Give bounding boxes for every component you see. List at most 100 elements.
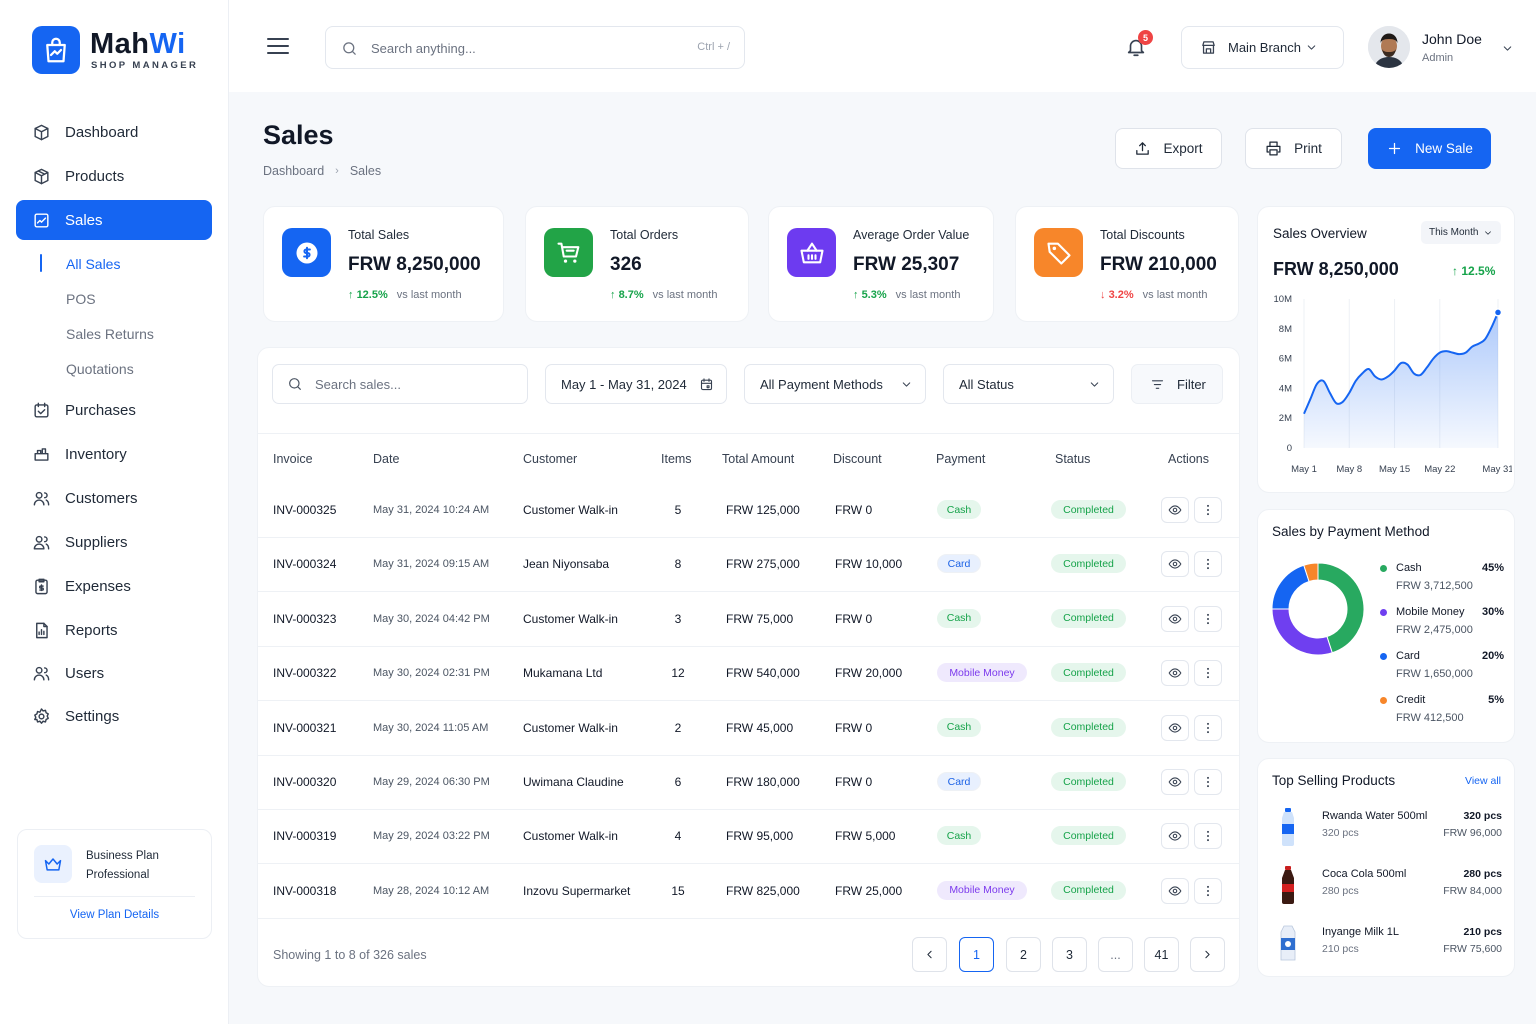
sidebar-subitem-sales-returns[interactable]: Sales Returns <box>66 326 154 342</box>
legend-name: Cash <box>1396 562 1422 574</box>
column-header-total-amount[interactable]: Total Amount <box>722 452 794 466</box>
date-range-picker[interactable]: May 1 - May 31, 2024 <box>545 364 727 404</box>
date-cell: May 28, 2024 10:12 AM <box>373 884 490 897</box>
basket-icon <box>799 242 824 263</box>
invoice-cell[interactable]: INV-000324 <box>273 557 336 571</box>
column-header-date[interactable]: Date <box>373 452 399 466</box>
invoice-cell[interactable]: INV-000325 <box>273 503 336 517</box>
column-header-invoice[interactable]: Invoice <box>273 452 313 466</box>
more-actions-button[interactable] <box>1194 714 1222 741</box>
breadcrumb-dashboard[interactable]: Dashboard <box>263 164 324 178</box>
view-button[interactable] <box>1161 877 1189 904</box>
period-select[interactable]: This Month <box>1421 221 1501 244</box>
view-all-link[interactable]: View all <box>1465 775 1501 787</box>
pagination-page-3[interactable]: 3 <box>1052 937 1087 972</box>
box-icon <box>34 168 49 184</box>
items-cell: 6 <box>674 775 682 789</box>
avatar[interactable] <box>1368 26 1410 68</box>
column-header-items[interactable]: Items <box>661 452 692 466</box>
column-header-payment[interactable]: Payment <box>936 452 985 466</box>
sidebar-item-suppliers[interactable]: Suppliers <box>16 522 212 562</box>
view-button[interactable] <box>1161 823 1189 850</box>
sidebar-item-reports[interactable]: Reports <box>16 610 212 650</box>
legend-amount: FRW 412,500 <box>1396 712 1464 724</box>
sales-search-input[interactable]: Search sales... <box>272 364 528 404</box>
export-button[interactable]: Export <box>1115 128 1222 169</box>
invoice-cell[interactable]: INV-000323 <box>273 612 336 626</box>
sidebar-subitem-all-sales[interactable]: All Sales <box>66 256 120 272</box>
status-badge: Completed <box>1051 608 1126 628</box>
more-actions-button[interactable] <box>1194 551 1222 578</box>
legend-amount: FRW 2,475,000 <box>1396 624 1473 636</box>
pagination-prev-button[interactable] <box>912 937 947 972</box>
view-button[interactable] <box>1161 769 1189 795</box>
invoice-cell[interactable]: INV-000320 <box>273 775 336 789</box>
period-value: This Month <box>1429 227 1479 238</box>
sidebar-item-users[interactable]: Users <box>16 653 212 693</box>
sidebar-item-settings[interactable]: Settings <box>16 696 212 736</box>
pagination-page-1[interactable]: 1 <box>959 937 994 972</box>
y-tick-label: 4M <box>1279 383 1292 394</box>
status-select[interactable]: All Status <box>943 364 1114 404</box>
customer-cell: Customer Walk-in <box>523 611 618 626</box>
payment-badge: Card <box>937 772 981 791</box>
sidebar-item-products[interactable]: Products <box>16 156 212 196</box>
product-value: FRW 84,000 <box>1443 885 1502 897</box>
new-sale-button[interactable]: New Sale <box>1368 128 1491 169</box>
more-actions-button[interactable] <box>1194 605 1222 632</box>
chevron-down-icon[interactable] <box>1501 42 1514 55</box>
print-button[interactable]: Print <box>1245 128 1342 169</box>
view-button[interactable] <box>1161 605 1189 632</box>
column-header-discount[interactable]: Discount <box>833 452 882 466</box>
last-point-marker <box>1493 308 1503 317</box>
sidebar-item-customers[interactable]: Customers <box>16 478 212 518</box>
sidebar-item-sales[interactable]: Sales <box>16 200 212 240</box>
more-actions-button[interactable] <box>1194 497 1222 523</box>
menu-hamburger-icon[interactable] <box>267 37 289 55</box>
list-item[interactable]: Rwanda Water 500ml 320 pcs 320 pcs FRW 9… <box>1272 808 1502 856</box>
more-actions-button[interactable] <box>1194 769 1222 795</box>
sidebar-item-purchases[interactable]: Purchases <box>16 390 212 430</box>
product-qty: 210 pcs <box>1463 926 1502 938</box>
invoice-cell[interactable]: INV-000319 <box>273 829 336 843</box>
list-item[interactable]: Coca Cola 500ml 280 pcs 280 pcs FRW 84,0… <box>1272 866 1502 914</box>
tag-icon <box>1046 242 1071 265</box>
payment-badge: Mobile Money <box>937 663 1027 683</box>
stat-delta: ↓ 3.2% vs last month <box>1100 289 1207 301</box>
purchases-icon <box>34 402 49 418</box>
pagination-next-button[interactable] <box>1190 937 1225 972</box>
items-cell: 3 <box>674 611 682 626</box>
sidebar-item-expenses[interactable]: Expenses <box>16 566 212 606</box>
sidebar-subitem-quotations[interactable]: Quotations <box>66 361 134 377</box>
pagination-page-2[interactable]: 2 <box>1006 937 1041 972</box>
column-header-customer[interactable]: Customer <box>523 452 577 466</box>
global-search-input[interactable]: Search anything... Ctrl + / <box>325 26 745 69</box>
view-button[interactable] <box>1161 660 1189 687</box>
more-actions-button[interactable] <box>1194 823 1222 850</box>
items-cell: 2 <box>674 720 682 735</box>
view-plan-details-link[interactable]: View Plan Details <box>18 909 211 921</box>
sidebar-item-dashboard[interactable]: Dashboard <box>16 112 212 152</box>
legend-item: Cash 45% FRW 3,712,500 <box>1380 562 1504 596</box>
legend-item: Credit 5% FRW 412,500 <box>1380 694 1504 728</box>
branch-selector[interactable]: Main Branch <box>1181 26 1344 69</box>
stat-card-total-discounts: Total Discounts FRW 210,000 ↓ 3.2% vs las… <box>1015 206 1239 322</box>
view-button[interactable] <box>1161 551 1189 578</box>
invoice-cell[interactable]: INV-000318 <box>273 884 336 898</box>
reports-icon <box>36 622 48 638</box>
more-actions-button[interactable] <box>1194 877 1222 904</box>
sidebar-subitem-pos[interactable]: POS <box>66 291 96 307</box>
payment-donut-chart <box>1271 562 1365 656</box>
sidebar-item-inventory[interactable]: Inventory <box>16 434 212 474</box>
payment-method-select[interactable]: All Payment Methods <box>744 364 926 404</box>
list-item[interactable]: Inyange Milk 1L 210 pcs 210 pcs FRW 75,6… <box>1272 924 1502 972</box>
pagination-page-41[interactable]: 41 <box>1144 937 1179 972</box>
invoice-cell[interactable]: INV-000321 <box>273 721 336 735</box>
view-button[interactable] <box>1161 497 1189 523</box>
search-icon <box>289 378 301 390</box>
invoice-cell[interactable]: INV-000322 <box>273 666 336 680</box>
legend-name: Card <box>1396 650 1420 662</box>
filter-button[interactable]: Filter <box>1131 364 1223 404</box>
more-actions-button[interactable] <box>1194 660 1222 687</box>
view-button[interactable] <box>1161 714 1189 741</box>
